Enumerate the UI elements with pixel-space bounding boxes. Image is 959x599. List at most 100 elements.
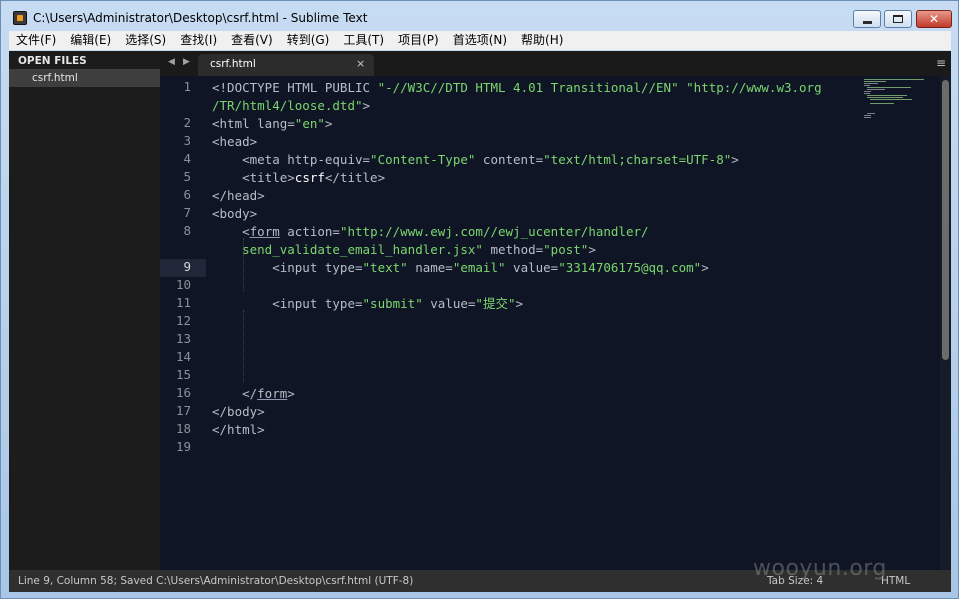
- code-token: <meta http-equiv=: [212, 152, 371, 167]
- code-line: <html lang="en">: [212, 115, 332, 133]
- menu-project[interactable]: 项目(P): [391, 31, 446, 50]
- line-number: 16: [175, 385, 191, 400]
- window-title: C:\Users\Administrator\Desktop\csrf.html…: [33, 11, 368, 25]
- line-number: 7: [183, 205, 191, 220]
- code-token: </html>: [212, 422, 265, 437]
- app-window: C:\Users\Administrator\Desktop\csrf.html…: [0, 0, 959, 599]
- menu-tools[interactable]: 工具(T): [336, 31, 391, 50]
- line-number: 11: [175, 295, 191, 310]
- code-token: >: [588, 242, 596, 257]
- line-number: 15: [175, 367, 191, 382]
- code-line: send_validate_email_handler.jsx" method=…: [212, 241, 596, 259]
- code-line: </body>: [212, 403, 265, 421]
- code-token: >: [362, 98, 371, 113]
- tab-csrf-html[interactable]: csrf.html ×: [198, 54, 374, 76]
- line-number: 6: [183, 187, 191, 202]
- code-token: send_validate_email_handler.jsx": [212, 242, 483, 257]
- code-area[interactable]: <!DOCTYPE HTML PUBLIC "-//W3C//DTD HTML …: [212, 76, 862, 570]
- line-number: 18: [175, 421, 191, 436]
- code-token: value=: [422, 296, 476, 311]
- code-token: name=: [407, 260, 453, 275]
- line-number: 10: [175, 277, 191, 292]
- code-token: <body>: [212, 206, 258, 221]
- menu-selection[interactable]: 选择(S): [118, 31, 173, 50]
- menu-preferences[interactable]: 首选项(N): [446, 31, 514, 50]
- minimap[interactable]: [860, 76, 940, 136]
- code-token: "post": [543, 242, 589, 257]
- menu-file[interactable]: 文件(F): [9, 31, 63, 50]
- sidebar-file-item[interactable]: csrf.html: [9, 69, 160, 87]
- tab-scroll-left-icon[interactable]: ◀: [168, 57, 175, 67]
- code-token: </head>: [212, 188, 265, 203]
- code-editor[interactable]: 1 2 3 4 5 6 7 8 9 10 11 12 13 14 15 16 17 18 19 <!DOCTYPE …: [160, 76, 951, 570]
- menu-edit[interactable]: 编辑(E): [63, 31, 118, 50]
- vertical-scrollbar[interactable]: [940, 76, 951, 570]
- code-token: form: [257, 386, 288, 401]
- code-token: "-//W3C//DTD HTML 4.01 Transitional//EN": [377, 80, 679, 95]
- code-token: csrf: [294, 170, 325, 185]
- minimize-button[interactable]: [853, 10, 881, 28]
- menu-help[interactable]: 帮助(H): [514, 31, 570, 50]
- tab-menu-icon[interactable]: ≡: [936, 56, 946, 70]
- title-bar[interactable]: C:\Users\Administrator\Desktop\csrf.html…: [1, 1, 958, 31]
- code-line: <body>: [212, 205, 257, 223]
- sidebar: OPEN FILES csrf.html: [9, 51, 160, 570]
- code-token: >: [701, 260, 709, 275]
- code-token: >: [324, 116, 333, 131]
- minimize-icon: [862, 21, 872, 24]
- code-token: value=: [505, 260, 559, 275]
- tab-scroll-right-icon[interactable]: ▶: [183, 57, 190, 67]
- code-token: "submit": [362, 296, 423, 311]
- watermark-text: wooyun.org: [753, 556, 887, 581]
- line-number: 12: [175, 313, 191, 328]
- close-button[interactable]: ✕: [916, 10, 952, 28]
- line-number: 14: [175, 349, 191, 364]
- indent-guide: [243, 310, 244, 382]
- code-line: <!DOCTYPE HTML PUBLIC "-//W3C//DTD HTML …: [212, 79, 822, 97]
- code-token: "email": [452, 260, 506, 275]
- line-number: 17: [175, 403, 191, 418]
- code-token: action=: [279, 224, 340, 239]
- menu-bar: 文件(F) 编辑(E) 选择(S) 查找(I) 查看(V) 转到(G) 工具(T…: [9, 31, 951, 50]
- scrollbar-thumb[interactable]: [942, 80, 949, 360]
- code-token: <html lang=: [212, 116, 295, 131]
- line-number: 13: [175, 331, 191, 346]
- maximize-button[interactable]: [884, 10, 912, 28]
- code-token: <input type=: [212, 260, 363, 275]
- line-number: 8: [183, 223, 191, 238]
- line-number: 1: [183, 79, 191, 94]
- menu-goto[interactable]: 转到(G): [280, 31, 337, 50]
- tab-label: csrf.html: [210, 58, 256, 70]
- sublime-app-icon: [13, 11, 27, 25]
- menu-find[interactable]: 查找(I): [173, 31, 224, 50]
- line-number-gutter: 1 2 3 4 5 6 7 8 9 10 11 12 13 14 15 16 17 18 19: [160, 76, 208, 570]
- line-number: 2: [183, 115, 191, 130]
- code-line: <meta http-equiv="Content-Type" content=…: [212, 151, 739, 169]
- code-line: </head>: [212, 187, 265, 205]
- code-token: </body>: [212, 404, 265, 419]
- code-token: "en": [294, 116, 325, 131]
- code-token: /TR/html4/loose.dtd": [212, 98, 363, 113]
- code-token: "text/html;charset=UTF-8": [543, 152, 732, 167]
- tab-close-icon[interactable]: ×: [356, 57, 365, 70]
- line-number: 9: [183, 259, 191, 274]
- menu-view[interactable]: 查看(V): [224, 31, 280, 50]
- tab-bar: ◀ ▶ csrf.html × ≡: [160, 51, 951, 76]
- line-number: 5: [183, 169, 191, 184]
- close-icon: ✕: [928, 12, 940, 26]
- code-token: <input type=: [212, 296, 363, 311]
- code-line: </html>: [212, 421, 265, 439]
- code-token: >: [287, 386, 295, 401]
- code-line: <input type="text" name="email" value="3…: [212, 259, 709, 277]
- maximize-icon: [893, 15, 903, 23]
- code-token: >: [515, 296, 524, 311]
- code-token: "text": [362, 260, 408, 275]
- code-token: <title>: [212, 170, 295, 185]
- code-token: "提交": [475, 296, 516, 311]
- line-number: 4: [183, 151, 191, 166]
- code-token: "3314706175@qq.com": [558, 260, 702, 275]
- code-line: <input type="submit" value="提交">: [212, 295, 523, 313]
- status-cursor-info: Line 9, Column 58; Saved C:\Users\Admini…: [18, 575, 414, 587]
- code-line: <form action="http://www.ewj.com//ewj_uc…: [212, 223, 648, 241]
- code-line: /TR/html4/loose.dtd">: [212, 97, 370, 115]
